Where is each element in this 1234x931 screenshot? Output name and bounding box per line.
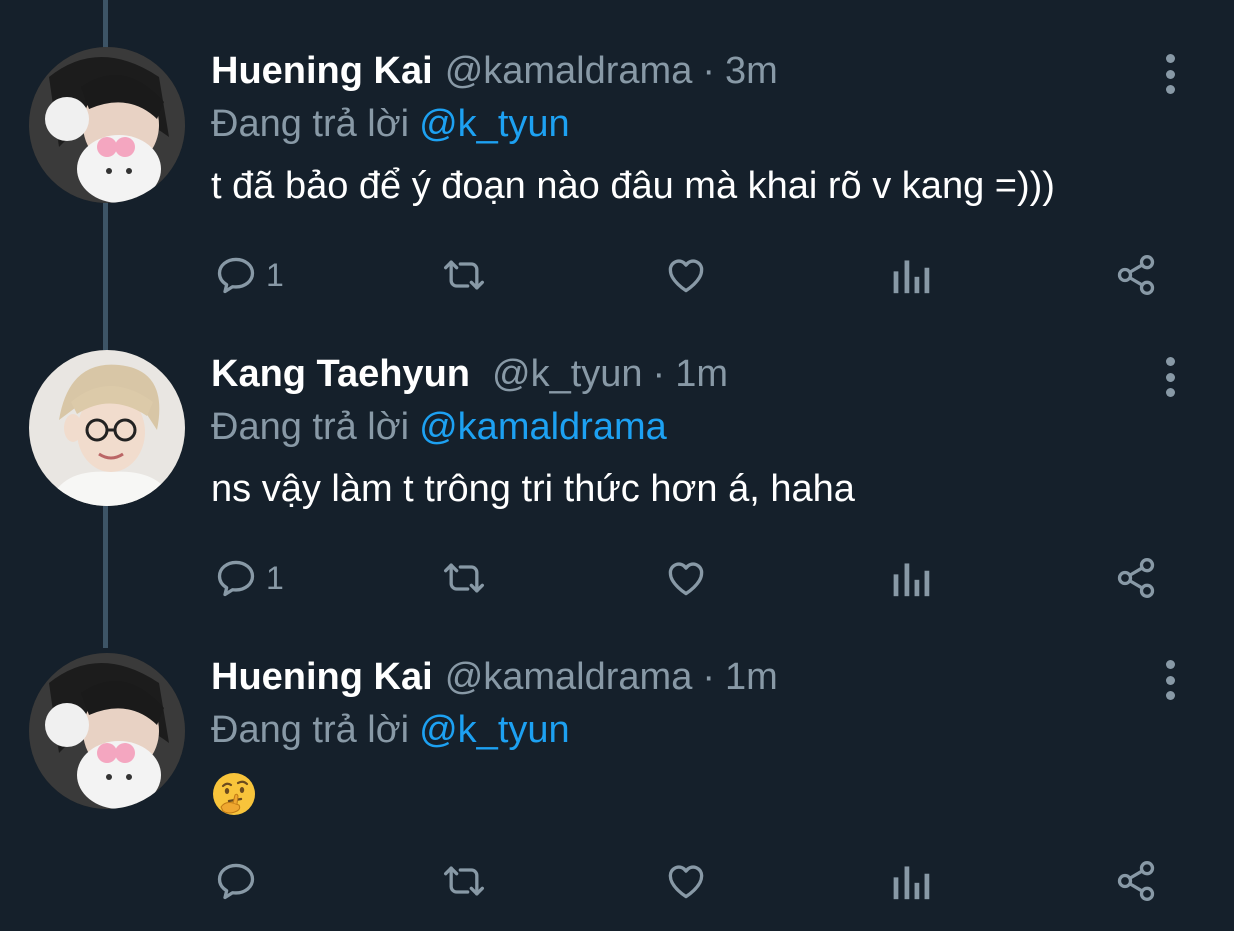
- like-button[interactable]: [664, 248, 708, 302]
- timestamp[interactable]: 3m: [725, 50, 778, 93]
- analytics-button[interactable]: [890, 551, 930, 605]
- tweet-text: t đã bảo để ý đoạn nào đâu mà khai rõ v …: [211, 165, 1055, 207]
- tweet-actions: 1: [0, 551, 1234, 605]
- retweet-icon: [444, 260, 484, 290]
- user-handle[interactable]: @kamaldrama: [445, 50, 693, 93]
- reply-count: 1: [266, 256, 284, 293]
- reply-icon: [217, 863, 255, 900]
- share-button[interactable]: [1114, 551, 1158, 605]
- analytics-icon: [893, 866, 930, 900]
- avatar[interactable]: [29, 653, 185, 809]
- separator-dot: ·: [652, 353, 666, 395]
- replying-to-label: Đang trả lời: [211, 103, 410, 145]
- replying-to: Đang trả lời @kamaldrama: [211, 406, 667, 449]
- share-button[interactable]: [1114, 248, 1158, 302]
- replying-to: Đang trả lời @k_tyun: [211, 103, 570, 146]
- reply-button[interactable]: 1: [214, 551, 284, 605]
- retweet-icon: [444, 866, 484, 896]
- reply-button[interactable]: 1: [214, 248, 284, 302]
- mention-link[interactable]: @k_tyun: [419, 709, 570, 751]
- reply-icon: [217, 257, 255, 294]
- thinking-face-emoji: [213, 773, 255, 815]
- analytics-icon: [893, 260, 930, 294]
- separator-dot: ·: [702, 50, 715, 92]
- like-icon: [668, 865, 704, 899]
- replying-to: Đang trả lời @k_tyun: [211, 709, 570, 752]
- retweet-button[interactable]: [440, 551, 488, 605]
- more-options-icon[interactable]: [1158, 54, 1182, 94]
- reply-count: 1: [266, 559, 284, 596]
- share-icon: [1117, 558, 1155, 598]
- mention-link[interactable]: @kamaldrama: [419, 406, 667, 448]
- retweet-button[interactable]: [440, 248, 488, 302]
- reply-button[interactable]: [214, 854, 266, 908]
- share-icon: [1117, 861, 1155, 901]
- replying-to-label: Đang trả lời: [211, 406, 410, 448]
- analytics-button[interactable]: [890, 248, 930, 302]
- replying-to-label: Đang trả lời: [211, 709, 410, 751]
- share-icon: [1117, 255, 1155, 295]
- retweet-icon: [444, 563, 484, 593]
- tweet-header: Huening Kai @kamaldrama · 1m: [211, 656, 778, 706]
- timestamp[interactable]: 1m: [725, 656, 778, 699]
- avatar[interactable]: [29, 47, 185, 203]
- more-options-icon[interactable]: [1158, 357, 1182, 397]
- retweet-button[interactable]: [440, 854, 488, 908]
- analytics-icon: [893, 563, 930, 597]
- tweet-thread: Huening Kai @kamaldrama · 3m Đang trả lờ…: [0, 0, 1234, 931]
- tweet[interactable]: Huening Kai @kamaldrama · 3m Đang trả lờ…: [0, 0, 1234, 303]
- display-name[interactable]: Kang Taehyun: [211, 353, 470, 396]
- tweet-actions: 1: [0, 248, 1234, 302]
- like-button[interactable]: [664, 854, 708, 908]
- tweet[interactable]: Huening Kai @kamaldrama · 1m Đang trả lờ…: [0, 606, 1234, 909]
- reply-icon: [217, 560, 255, 597]
- tweet-text: ns vậy làm t trông tri thức hơn á, haha: [211, 468, 855, 510]
- user-handle[interactable]: @kamaldrama: [445, 656, 693, 699]
- tweet-emoji: [211, 771, 257, 827]
- avatar[interactable]: [29, 350, 185, 506]
- more-options-icon[interactable]: [1158, 660, 1182, 700]
- separator-dot: ·: [702, 656, 715, 698]
- tweet[interactable]: Kang Taehyun @k_tyun · 1m Đang trả lời @k…: [0, 303, 1234, 606]
- user-handle[interactable]: @k_tyun: [492, 353, 643, 396]
- like-icon: [668, 259, 704, 293]
- like-button[interactable]: [664, 551, 708, 605]
- analytics-button[interactable]: [890, 854, 930, 908]
- display-name[interactable]: Huening Kai: [211, 50, 433, 93]
- display-name[interactable]: Huening Kai: [211, 656, 433, 699]
- tweet-header: Kang Taehyun @k_tyun · 1m: [211, 353, 728, 403]
- timestamp[interactable]: 1m: [675, 353, 728, 396]
- mention-link[interactable]: @k_tyun: [419, 103, 570, 145]
- like-icon: [668, 562, 704, 596]
- share-button[interactable]: [1114, 854, 1158, 908]
- tweet-header: Huening Kai @kamaldrama · 3m: [211, 50, 778, 100]
- tweet-actions: [0, 854, 1234, 908]
